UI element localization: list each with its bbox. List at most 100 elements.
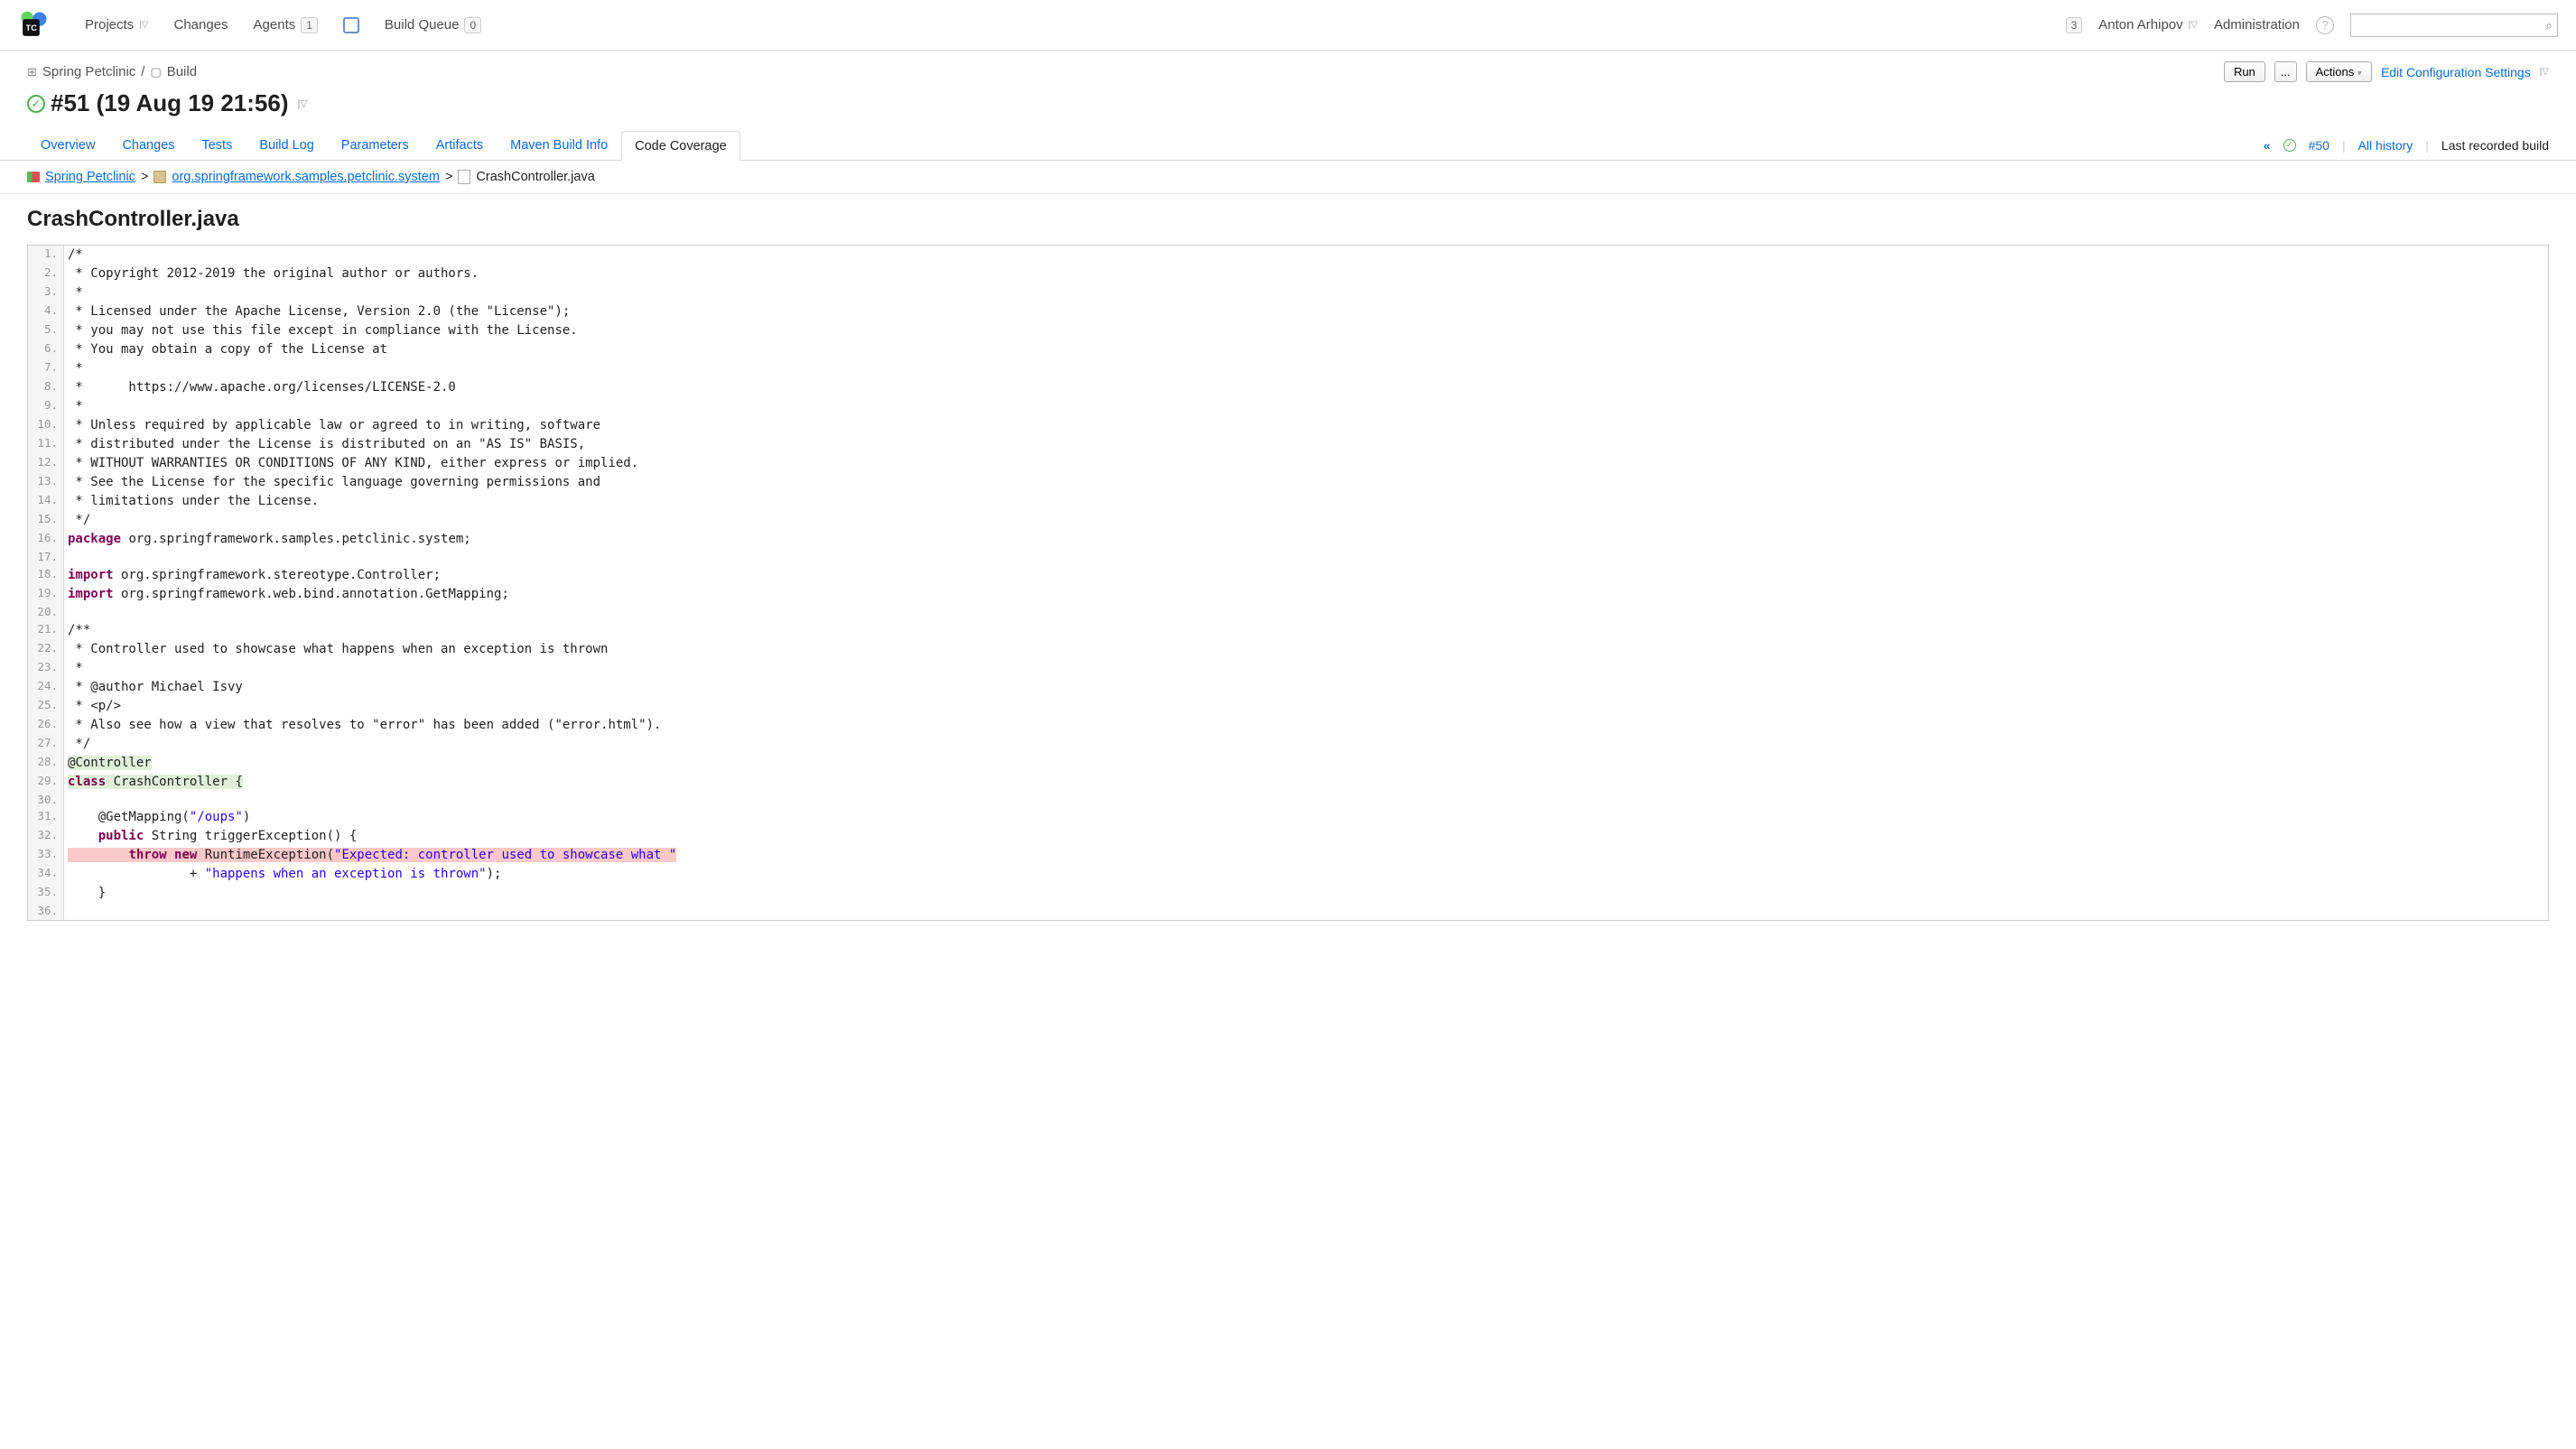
code-line: 29.class CrashController { <box>28 773 2548 792</box>
nav-admin[interactable]: Administration <box>2214 17 2300 33</box>
nav-agents-label: Agents <box>254 17 296 33</box>
line-number: 1. <box>28 246 64 265</box>
grid-icon: ⊞ <box>27 65 37 79</box>
nav-build-queue[interactable]: Build Queue 0 <box>385 17 481 33</box>
line-content: */ <box>64 511 2548 530</box>
line-content: * <box>64 359 2548 378</box>
nav-projects-label: Projects <box>85 17 134 33</box>
line-content: throw new RuntimeException("Expected: co… <box>64 846 2548 865</box>
run-button[interactable]: Run <box>2224 61 2265 82</box>
line-number: 2. <box>28 265 64 283</box>
code-line: 33. throw new RuntimeException("Expected… <box>28 846 2548 865</box>
line-content: + "happens when an exception is thrown")… <box>64 865 2548 884</box>
tab-buildlog[interactable]: Build Log <box>246 130 327 160</box>
tab-tests[interactable]: Tests <box>188 130 246 160</box>
line-content <box>64 903 2548 920</box>
line-content: * https://www.apache.org/licenses/LICENS… <box>64 378 2548 397</box>
code-line: 15. */ <box>28 511 2548 530</box>
search-input[interactable] <box>2350 14 2558 37</box>
line-content: * Copyright 2012-2019 the original autho… <box>64 265 2548 283</box>
build-title: #51 (19 Aug 19 21:56) <box>51 89 289 117</box>
teamcity-logo[interactable]: TC <box>18 10 49 41</box>
code-line: 32. public String triggerException() { <box>28 827 2548 846</box>
search-icon: ⌕ <box>2545 18 2553 33</box>
line-number: 13. <box>28 473 64 492</box>
code-line: 22. * Controller used to showcase what h… <box>28 640 2548 659</box>
path-root[interactable]: Spring Petclinic <box>45 170 135 184</box>
path-package[interactable]: org.springframework.samples.petclinic.sy… <box>172 170 440 184</box>
all-history-link[interactable]: All history <box>2358 138 2413 153</box>
line-content: * <box>64 397 2548 416</box>
prev-build-link[interactable]: #50 <box>2309 138 2330 153</box>
tab-maven[interactable]: Maven Build Info <box>497 130 621 160</box>
tab-parameters[interactable]: Parameters <box>328 130 423 160</box>
line-content: * Controller used to showcase what happe… <box>64 640 2548 659</box>
line-number: 25. <box>28 697 64 716</box>
line-number: 19. <box>28 585 64 604</box>
code-line: 1./* <box>28 246 2548 265</box>
breadcrumb-build[interactable]: Build <box>167 64 197 79</box>
line-number: 5. <box>28 321 64 340</box>
chevron-down-icon[interactable]: |▽ <box>2540 67 2549 77</box>
last-recorded-label: Last recorded build <box>2441 138 2549 153</box>
separator: | <box>2342 138 2346 153</box>
line-number: 4. <box>28 302 64 321</box>
nav-changes-label: Changes <box>173 17 228 33</box>
code-line: 25. * <p/> <box>28 697 2548 716</box>
line-content: public String triggerException() { <box>64 827 2548 846</box>
package-icon <box>153 171 166 183</box>
line-number: 26. <box>28 716 64 735</box>
line-content: */ <box>64 735 2548 754</box>
file-icon <box>458 170 470 184</box>
search-box: ⌕ <box>2350 14 2558 37</box>
user-menu[interactable]: Anton Arhipov |▽ <box>2098 17 2198 33</box>
tab-overview[interactable]: Overview <box>27 130 108 160</box>
svg-text:TC: TC <box>26 23 38 32</box>
tab-coverage[interactable]: Code Coverage <box>621 131 740 161</box>
line-number: 6. <box>28 340 64 359</box>
line-content: * <p/> <box>64 697 2548 716</box>
breadcrumb: ⊞ Spring Petclinic / ▢ Build <box>27 64 2224 79</box>
nav-changes[interactable]: Changes <box>173 17 228 33</box>
code-line: 8. * https://www.apache.org/licenses/LIC… <box>28 378 2548 397</box>
code-line: 27. */ <box>28 735 2548 754</box>
nav-agents[interactable]: Agents 1 <box>254 17 318 33</box>
actions-button[interactable]: Actions ▾ <box>2306 61 2372 82</box>
line-content: * Licensed under the Apache License, Ver… <box>64 302 2548 321</box>
file-title: CrashController.java <box>0 194 2576 245</box>
code-line: 14. * limitations under the License. <box>28 492 2548 511</box>
code-line: 36. <box>28 903 2548 920</box>
code-line: 24. * @author Michael Isvy <box>28 678 2548 697</box>
code-line: 35. } <box>28 884 2548 903</box>
code-line: 20. <box>28 604 2548 621</box>
line-number: 8. <box>28 378 64 397</box>
title-row: ✓ #51 (19 Aug 19 21:56) |▽ <box>0 82 2576 121</box>
chevron-down-icon: |▽ <box>2189 20 2198 30</box>
nav-projects[interactable]: Projects |▽ <box>85 17 148 33</box>
chevron-down-icon[interactable]: |▽ <box>298 98 308 109</box>
status-success-icon: ✓ <box>27 95 45 113</box>
line-content: * Unless required by applicable law or a… <box>64 416 2548 435</box>
help-icon[interactable]: ? <box>2316 16 2334 34</box>
breadcrumb-row: ⊞ Spring Petclinic / ▢ Build Run ... Act… <box>0 51 2576 82</box>
line-number: 23. <box>28 659 64 678</box>
notification-badge[interactable]: 3 <box>2066 17 2083 33</box>
line-number: 9. <box>28 397 64 416</box>
line-number: 10. <box>28 416 64 435</box>
line-content: import org.springframework.stereotype.Co… <box>64 566 2548 585</box>
edit-config-link[interactable]: Edit Configuration Settings <box>2381 65 2531 79</box>
run-more-button[interactable]: ... <box>2274 61 2297 82</box>
tab-changes[interactable]: Changes <box>108 130 188 160</box>
breadcrumb-project[interactable]: Spring Petclinic <box>42 64 135 79</box>
line-content: /** <box>64 621 2548 640</box>
line-number: 35. <box>28 884 64 903</box>
line-content: * you may not use this file except in co… <box>64 321 2548 340</box>
queue-icon[interactable] <box>343 17 359 33</box>
line-content: import org.springframework.web.bind.anno… <box>64 585 2548 604</box>
line-number: 27. <box>28 735 64 754</box>
line-content: @GetMapping("/oups") <box>64 808 2548 827</box>
tab-artifacts[interactable]: Artifacts <box>423 130 497 160</box>
line-number: 17. <box>28 549 64 566</box>
nav-build-queue-label: Build Queue <box>385 17 460 33</box>
prev-build-nav[interactable]: « <box>2264 138 2271 153</box>
